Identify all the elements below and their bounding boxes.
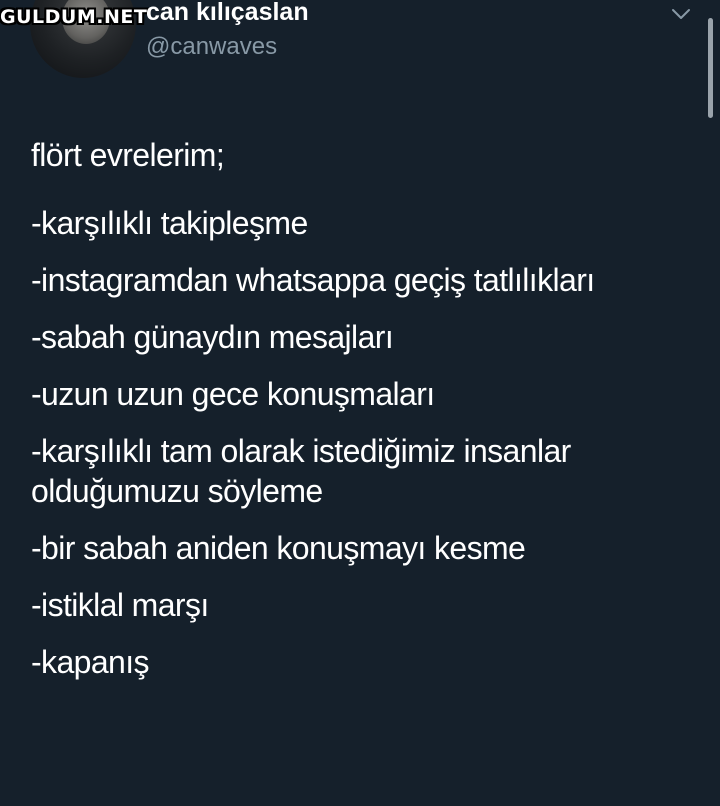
chevron-down-icon[interactable] [670, 6, 692, 22]
list-item: -kapanış [31, 644, 150, 680]
site-watermark: GULDUM.NET [0, 6, 148, 28]
user-handle[interactable]: @canwaves [146, 33, 277, 61]
tweet-screen: GULDUM.NET can kılıçaslan @canwaves flör… [0, 0, 720, 806]
tweet-heading: flört evrelerim; [31, 137, 225, 173]
tweet-body: flört evrelerim; -karşılıklı takipleşme … [31, 135, 706, 699]
display-name[interactable]: can kılıçaslan [146, 0, 309, 27]
list-item: -bir sabah aniden konuşmayı kesme [31, 530, 526, 566]
list-item: -sabah günaydın mesajları [31, 319, 394, 355]
scrollbar-thumb[interactable] [708, 18, 713, 118]
list-item: -karşılıklı takipleşme [31, 205, 308, 241]
list-item: -instagramdan whatsappa geçiş tatlılıkla… [31, 262, 595, 298]
list-item: -uzun uzun gece konuşmaları [31, 376, 435, 412]
list-item: -istiklal marşı [31, 587, 209, 623]
list-item: -karşılıklı tam olarak istediğimiz insan… [31, 433, 571, 509]
